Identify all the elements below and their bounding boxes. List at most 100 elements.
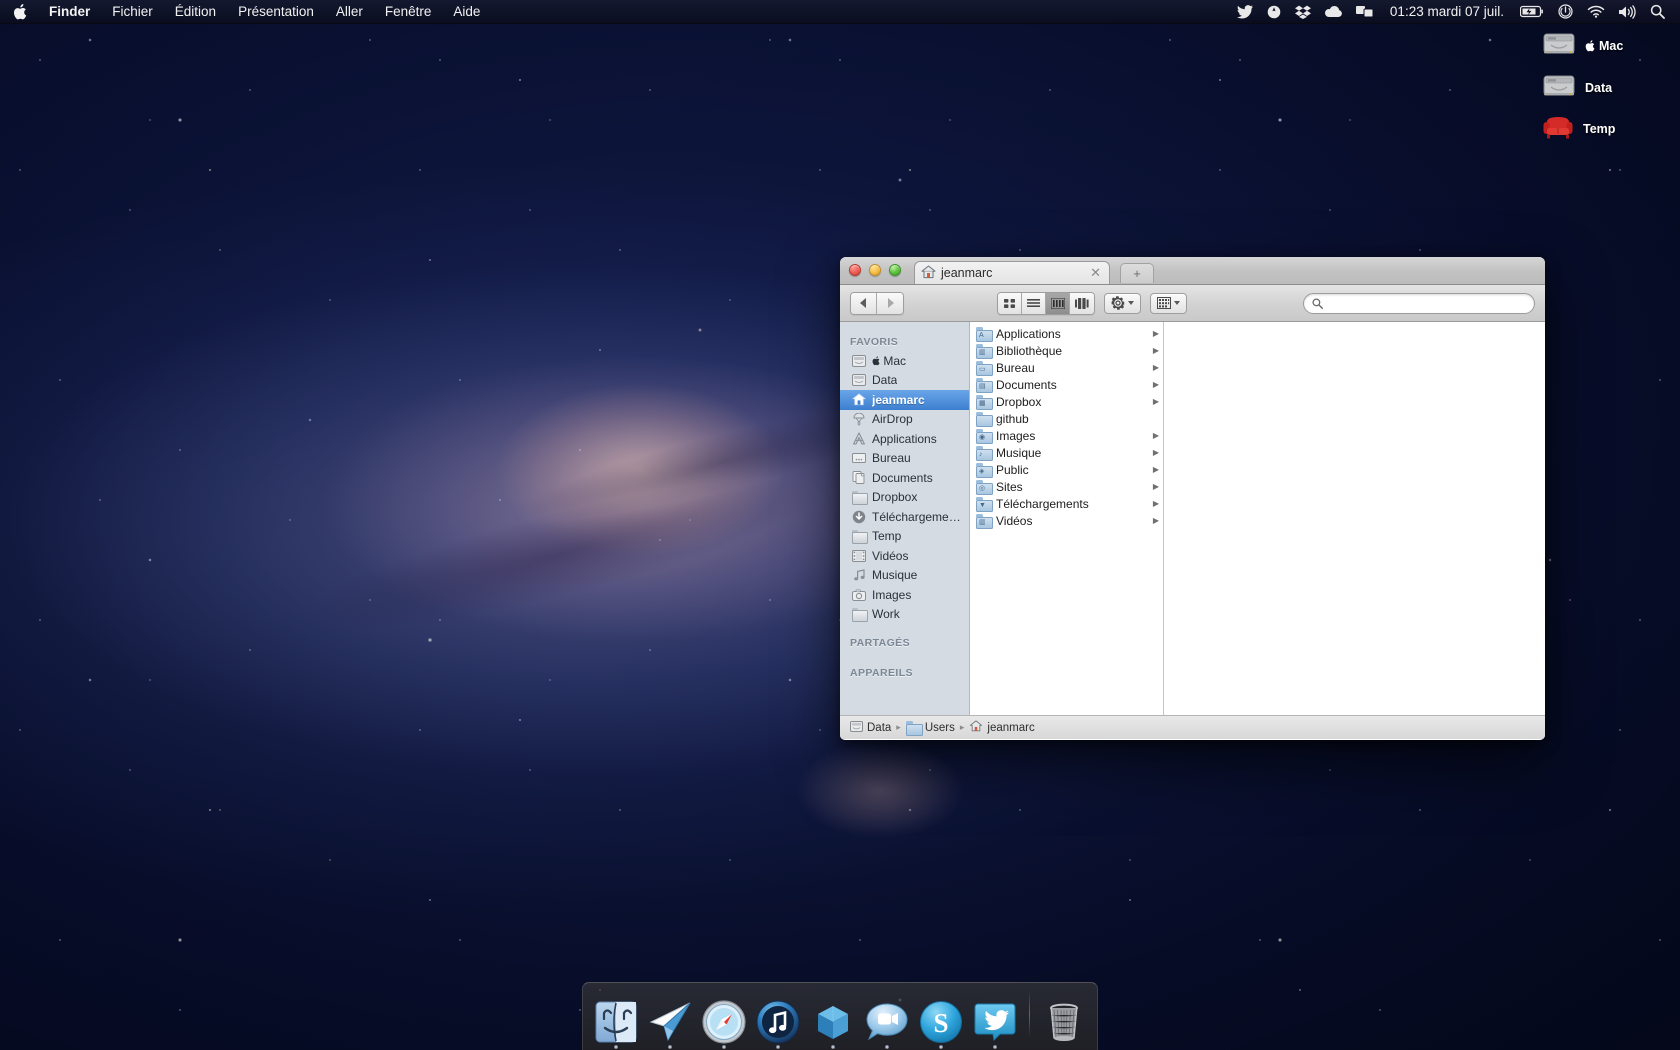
window-title-bar[interactable]: jeanmarc ✕ + <box>840 257 1545 285</box>
coverflow-view-button[interactable] <box>1070 292 1094 314</box>
sidebar-item-temp[interactable]: Temp <box>840 527 969 547</box>
tab-close-icon[interactable]: ✕ <box>1088 265 1103 281</box>
disclosure-arrow-icon[interactable]: ▶ <box>1153 397 1159 406</box>
desktop-icon-temp[interactable]: Temp <box>1542 113 1615 144</box>
apple-logo-icon[interactable] <box>0 0 38 23</box>
file-row-dropbox[interactable]: ▦ Dropbox ▶ <box>970 393 1163 410</box>
column-view-button[interactable] <box>1046 292 1070 314</box>
disclosure-arrow-icon[interactable]: ▶ <box>1153 465 1159 474</box>
file-row-bureau[interactable]: ▭ Bureau ▶ <box>970 359 1163 376</box>
dock-item-trash[interactable] <box>1039 993 1089 1045</box>
finder-tab-jeanmarc[interactable]: jeanmarc ✕ <box>914 261 1110 284</box>
dock-item-safari[interactable] <box>699 993 749 1049</box>
sidebar-item-mac[interactable]: Mac <box>840 351 969 371</box>
hard-drive-icon <box>852 354 866 368</box>
disclosure-arrow-icon[interactable]: ▶ <box>1153 482 1159 491</box>
dock-item-sparrow[interactable] <box>645 993 695 1049</box>
dock-item-twitter[interactable] <box>970 993 1020 1049</box>
disclosure-arrow-icon[interactable]: ▶ <box>1153 380 1159 389</box>
disclosure-arrow-icon[interactable]: ▶ <box>1153 363 1159 372</box>
desktop-icon-data[interactable]: Data <box>1542 72 1612 103</box>
dock-item-skype[interactable]: S <box>916 993 966 1049</box>
menu-item-edition[interactable]: Édition <box>164 0 227 23</box>
power-icon[interactable] <box>1551 0 1580 23</box>
icon-view-button[interactable] <box>998 292 1022 314</box>
sidebar-item-applications[interactable]: Applications <box>840 429 969 449</box>
path-segment-data[interactable]: Data <box>850 720 891 735</box>
menu-item-fichier[interactable]: Fichier <box>101 0 164 23</box>
battery-icon[interactable] <box>1513 0 1551 23</box>
folder-icon: ◈ <box>976 463 993 478</box>
navigation-buttons[interactable] <box>850 291 904 315</box>
file-name: Images <box>996 428 1036 443</box>
disclosure-arrow-icon[interactable]: ▶ <box>1153 346 1159 355</box>
sidebar-item-airdrop[interactable]: AirDrop <box>840 410 969 430</box>
disclosure-arrow-icon[interactable]: ▶ <box>1153 516 1159 525</box>
sidebar-item-telechargements[interactable]: Téléchargeme… <box>840 507 969 527</box>
disclosure-arrow-icon[interactable]: ▶ <box>1153 499 1159 508</box>
arrange-button[interactable] <box>1150 292 1187 314</box>
volume-icon[interactable] <box>1612 0 1643 23</box>
display-icon[interactable] <box>1349 0 1381 23</box>
disclosure-arrow-icon[interactable]: ▶ <box>1153 329 1159 338</box>
action-gear-button[interactable] <box>1104 292 1141 314</box>
desktop-icon-mac[interactable]: Mac <box>1542 30 1623 61</box>
file-row-applications[interactable]: A Applications ▶ <box>970 325 1163 342</box>
new-tab-button[interactable]: + <box>1120 263 1154 283</box>
sidebar-item-bureau[interactable]: Bureau <box>840 449 969 469</box>
dropbox-icon[interactable] <box>1288 0 1318 23</box>
sidebar-item-videos[interactable]: Vidéos <box>840 546 969 566</box>
minimize-button[interactable] <box>869 264 881 276</box>
file-row-sites[interactable]: ◎ Sites ▶ <box>970 478 1163 495</box>
sidebar-item-dropbox[interactable]: Dropbox <box>840 488 969 508</box>
menu-item-aller[interactable]: Aller <box>325 0 374 23</box>
dock-item-transmit[interactable] <box>807 993 857 1049</box>
file-row-videos[interactable]: ▥ Vidéos ▶ <box>970 512 1163 529</box>
close-button[interactable] <box>849 264 861 276</box>
wifi-icon[interactable] <box>1580 0 1612 23</box>
sidebar-item-musique[interactable]: Musique <box>840 566 969 586</box>
list-view-button[interactable] <box>1022 292 1046 314</box>
search-input[interactable] <box>1328 297 1526 309</box>
dock-item-itunes[interactable] <box>753 993 803 1049</box>
zoom-button[interactable] <box>889 264 901 276</box>
menu-item-finder[interactable]: Finder <box>38 0 101 23</box>
file-row-telechargements[interactable]: ▼ Téléchargements ▶ <box>970 495 1163 512</box>
sidebar-item-work[interactable]: Work <box>840 605 969 625</box>
sidebar-item-data[interactable]: Data <box>840 371 969 391</box>
file-row-images[interactable]: ◉ Images ▶ <box>970 427 1163 444</box>
path-bar: Data ▸ Users ▸ jeanmarc <box>840 715 1545 739</box>
file-name: Public <box>996 462 1029 477</box>
path-segment-users[interactable]: Users <box>905 721 955 736</box>
back-button[interactable] <box>851 292 877 314</box>
file-row-bibliotheque[interactable]: ▥ Bibliothèque ▶ <box>970 342 1163 359</box>
file-row-public[interactable]: ◈ Public ▶ <box>970 461 1163 478</box>
safari-icon <box>701 999 747 1045</box>
file-row-musique[interactable]: ♪ Musique ▶ <box>970 444 1163 461</box>
menu-bar-clock[interactable]: 01:23 mardi 07 juil. <box>1381 4 1513 19</box>
path-segment-jeanmarc[interactable]: jeanmarc <box>969 720 1035 735</box>
sidebar-item-images[interactable]: Images <box>840 585 969 605</box>
cloud-icon[interactable] <box>1318 0 1349 23</box>
menu-item-presentation[interactable]: Présentation <box>227 0 325 23</box>
disclosure-arrow-icon[interactable]: ▶ <box>1153 448 1159 457</box>
file-row-documents[interactable]: ▤ Documents ▶ <box>970 376 1163 393</box>
forward-button[interactable] <box>877 292 903 314</box>
menu-item-aide[interactable]: Aide <box>442 0 491 23</box>
dock-item-finder[interactable] <box>591 993 641 1049</box>
finder-window[interactable]: jeanmarc ✕ + FAVORIS Mac Data jeanmarc A… <box>840 257 1545 740</box>
file-row-github[interactable]: github ▶ <box>970 410 1163 427</box>
sidebar-item-jeanmarc[interactable]: jeanmarc <box>840 390 969 410</box>
menu-item-fenetre[interactable]: Fenêtre <box>374 0 443 23</box>
file-column-1[interactable]: A Applications ▶ ▥ Bibliothèque ▶ ▭ Bure… <box>970 322 1164 715</box>
view-mode-buttons[interactable] <box>997 291 1095 315</box>
twitter-icon[interactable] <box>1230 0 1260 23</box>
dock-item-facetime[interactable] <box>862 993 912 1049</box>
location-icon[interactable] <box>1260 0 1288 23</box>
disclosure-arrow-icon[interactable]: ▶ <box>1153 431 1159 440</box>
finder-sidebar[interactable]: FAVORIS Mac Data jeanmarc AirDrop Applic… <box>840 322 970 715</box>
file-column-2[interactable] <box>1164 322 1545 715</box>
sidebar-item-documents[interactable]: Documents <box>840 468 969 488</box>
search-field[interactable] <box>1303 292 1535 314</box>
spotlight-icon[interactable] <box>1643 0 1672 23</box>
